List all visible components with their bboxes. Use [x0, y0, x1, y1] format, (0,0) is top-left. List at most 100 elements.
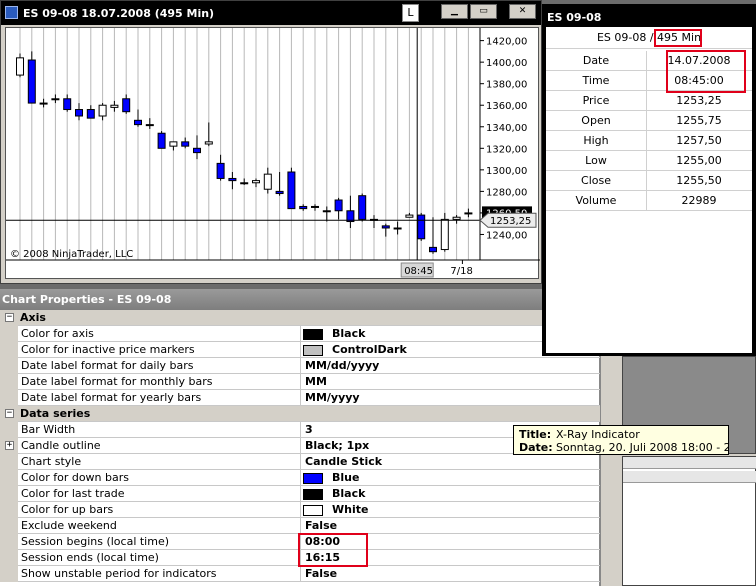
- candle-body: [299, 205, 308, 210]
- property-value[interactable]: 3: [305, 423, 313, 436]
- chart-window[interactable]: ES 09-08 18.07.2008 (495 Min) L ▁ ▭ ✕ 14…: [0, 0, 542, 284]
- grid-divider: [300, 358, 301, 374]
- property-row[interactable]: Chart style Candle Stick: [0, 454, 600, 470]
- row-gutter: [0, 326, 18, 342]
- property-value[interactable]: ControlDark: [332, 343, 407, 356]
- property-value[interactable]: False: [305, 567, 337, 580]
- color-swatch: [303, 345, 323, 356]
- candle-body: [287, 171, 296, 210]
- property-name: Color for inactive price markers: [21, 343, 195, 356]
- xray-value: 1255,75: [676, 114, 722, 127]
- property-value[interactable]: White: [332, 503, 368, 516]
- xray-separator: [646, 191, 647, 211]
- chart-titlebar[interactable]: ES 09-08 18.07.2008 (495 Min) L ▁ ▭ ✕: [1, 1, 541, 25]
- grid-divider: [300, 438, 301, 454]
- xray-label: Low: [585, 154, 607, 167]
- property-row[interactable]: Color for inactive price markers ControlD…: [0, 342, 600, 358]
- xray-window[interactable]: ES 09-08 ES 09-08 / 495 Min Date 14.07.20…: [542, 4, 756, 356]
- property-row[interactable]: Date label format for monthly bars MM: [0, 374, 600, 390]
- property-row[interactable]: Color for axis Black: [0, 326, 600, 342]
- row-gutter: [0, 358, 18, 374]
- property-row[interactable]: Color for last trade Black: [0, 486, 600, 502]
- time-tick-label: 7/18: [450, 266, 472, 277]
- tooltip-title-value: X-Ray Indicator: [556, 428, 640, 441]
- xray-separator: [646, 131, 647, 151]
- candle-body: [311, 205, 319, 208]
- candle-body: [417, 214, 426, 240]
- property-name: Candle outline: [21, 439, 101, 452]
- candle-body: [464, 212, 473, 215]
- copyright-label: © 2008 NinjaTrader, LLC: [10, 249, 133, 260]
- row-gutter: [0, 550, 18, 566]
- property-value[interactable]: Black: [332, 487, 365, 500]
- property-row[interactable]: Color for up bars White: [0, 502, 600, 518]
- property-name: Color for down bars: [21, 471, 129, 484]
- property-value[interactable]: Black; 1px: [305, 439, 369, 452]
- property-name: Bar Width: [21, 423, 76, 436]
- expand-icon[interactable]: +: [5, 441, 14, 450]
- candle-body: [98, 104, 107, 117]
- xray-separator: [646, 111, 647, 131]
- color-swatch: [303, 473, 323, 484]
- xray-tooltip: Title: X-Ray Indicator Date: Sonntag, 20…: [513, 425, 729, 455]
- xray-row: High 1257,50: [546, 131, 752, 151]
- property-row[interactable]: Date label format for daily bars MM/dd/yy…: [0, 358, 600, 374]
- property-category[interactable]: − Axis: [0, 310, 600, 326]
- minimize-button[interactable]: ▁: [441, 4, 468, 19]
- xray-label: Date: [582, 54, 610, 67]
- price-tick-label: 1320,00: [486, 144, 527, 155]
- property-row[interactable]: Date label format for yearly bars MM/yyyy: [0, 390, 600, 406]
- candle-body: [393, 227, 402, 230]
- chart-plot-area[interactable]: 1420,00 1400,00 1380,00 1360,00 1340,00 1320,…: [5, 27, 540, 280]
- right-list-pane[interactable]: [622, 456, 756, 586]
- property-value[interactable]: MM/dd/yyyy: [305, 359, 379, 372]
- grid-divider: [300, 390, 301, 406]
- property-value[interactable]: Candle Stick: [305, 455, 382, 468]
- candle-body: [169, 141, 178, 147]
- price-tick-label: 1400,00: [486, 58, 527, 69]
- collapse-icon[interactable]: −: [5, 409, 14, 418]
- row-gutter: [0, 454, 18, 470]
- close-button[interactable]: ✕: [509, 4, 536, 19]
- property-value[interactable]: MM: [305, 375, 327, 388]
- collapse-icon[interactable]: −: [5, 313, 14, 322]
- row-gutter: [0, 502, 18, 518]
- candlestick-chart[interactable]: 1420,00 1400,00 1380,00 1360,00 1340,00 1320,…: [6, 28, 540, 280]
- property-row[interactable]: Exclude weekend False: [0, 518, 600, 534]
- xray-row: Price 1253,25: [546, 91, 752, 111]
- property-value[interactable]: Blue: [332, 471, 359, 484]
- chart-l-button[interactable]: L: [402, 4, 419, 22]
- property-row[interactable]: Show unstable period for indicators False: [0, 566, 600, 582]
- candle-body: [193, 147, 201, 154]
- property-name: Date label format for monthly bars: [21, 375, 213, 388]
- xray-label: Open: [581, 114, 611, 127]
- property-row[interactable]: Bar Width 3: [0, 422, 600, 438]
- row-gutter: [0, 374, 18, 390]
- candle-body: [27, 59, 36, 104]
- candle-body: [405, 214, 414, 218]
- property-row[interactable]: + Candle outline Black; 1px: [0, 438, 600, 454]
- color-swatch: [303, 505, 323, 516]
- list-row[interactable]: [623, 457, 756, 469]
- price-tick-label: 1380,00: [486, 80, 527, 91]
- row-gutter: [0, 342, 18, 358]
- xray-table: ES 09-08 / 495 Min Date 14.07.2008 Time 08:…: [546, 27, 752, 353]
- xray-label: Close: [581, 174, 611, 187]
- list-row[interactable]: [623, 471, 756, 483]
- xray-row: Close 1255,50: [546, 171, 752, 191]
- property-value[interactable]: Black: [332, 327, 365, 340]
- grid-divider: [300, 486, 301, 502]
- property-value[interactable]: False: [305, 519, 337, 532]
- candle-body: [358, 195, 367, 220]
- xray-row: Open 1255,75: [546, 111, 752, 131]
- maximize-button[interactable]: ▭: [470, 4, 497, 19]
- property-category[interactable]: − Data series: [0, 406, 600, 422]
- xray-label: Volume: [575, 194, 617, 207]
- grid-divider: [300, 566, 301, 582]
- property-value[interactable]: MM/yyyy: [305, 391, 360, 404]
- row-gutter: [0, 534, 18, 550]
- candle-body: [63, 98, 72, 111]
- property-row[interactable]: Color for down bars Blue: [0, 470, 600, 486]
- grid-divider: [300, 374, 301, 390]
- candle-body: [452, 216, 461, 220]
